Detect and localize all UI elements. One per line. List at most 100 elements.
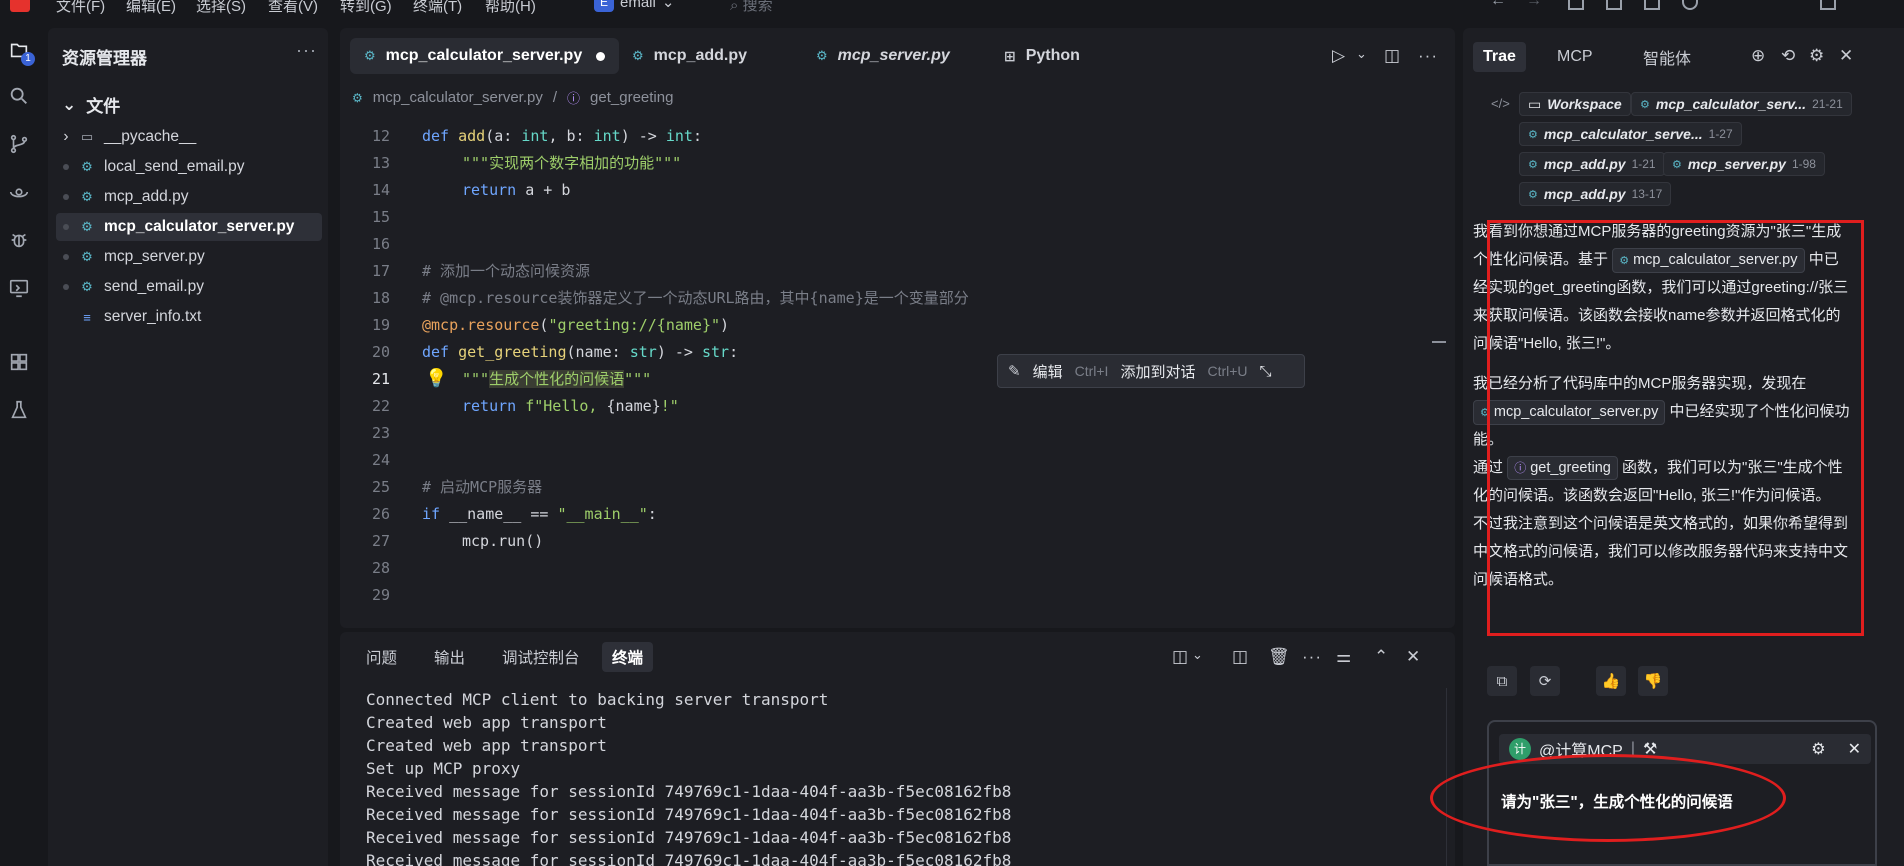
tab-output[interactable]: 输出 bbox=[424, 642, 475, 672]
layout-left-icon[interactable] bbox=[1568, 0, 1584, 10]
more-actions-icon[interactable]: ··· bbox=[296, 40, 317, 61]
layout-bottom-icon[interactable] bbox=[1606, 0, 1622, 10]
split-panel-icon[interactable]: ◫ bbox=[1232, 647, 1248, 667]
collapse-icon[interactable]: ⤡ bbox=[1260, 363, 1272, 380]
thumbs-up-icon[interactable]: 👍 bbox=[1596, 666, 1626, 696]
tree-item-mcp-calculator-server[interactable]: ⚙ mcp_calculator_server.py bbox=[56, 213, 322, 241]
command-search[interactable]: ⌕ 搜索 bbox=[730, 0, 773, 14]
symbol-ref-chip[interactable]: ⓘ get_greeting bbox=[1507, 456, 1618, 480]
regenerate-icon[interactable]: ⟳ bbox=[1530, 666, 1560, 696]
menu-edit[interactable]: 编辑(E) bbox=[126, 0, 176, 14]
account-icon[interactable] bbox=[1682, 0, 1698, 10]
file-ref-chip[interactable]: ⚙ mcp_calculator_server.py bbox=[1473, 400, 1666, 425]
trash-icon[interactable]: 🗑 bbox=[1268, 647, 1290, 667]
split-editor-icon[interactable]: ◫ bbox=[1384, 46, 1400, 66]
code-line[interactable]: 29 bbox=[340, 582, 1440, 609]
maximize-panel-icon[interactable]: ⌃ bbox=[1374, 647, 1388, 667]
code-line[interactable]: 19 @mcp.resource("greeting://{name}") bbox=[340, 312, 1440, 339]
file-ref-chip[interactable]: ⚙ mcp_calculator_server.py bbox=[1612, 248, 1805, 273]
tab-mcp-add[interactable]: ⚙ mcp_add.py bbox=[618, 38, 761, 74]
tab-problems[interactable]: 问题 bbox=[356, 642, 407, 672]
code-line[interactable]: 22 return f"Hello, {name}!" bbox=[340, 393, 1440, 420]
settings-sliders-icon[interactable]: ⚌ bbox=[1336, 647, 1351, 667]
code-line[interactable]: 24 bbox=[340, 447, 1440, 474]
code-line[interactable]: 16 bbox=[340, 231, 1440, 258]
tab-mcp-server[interactable]: ⚙ mcp_server.py bbox=[802, 38, 964, 74]
code-line[interactable]: 28 bbox=[340, 555, 1440, 582]
chevron-down-icon[interactable]: ⌄ bbox=[1356, 46, 1367, 62]
tab-debug-console[interactable]: 调试控制台 bbox=[492, 642, 590, 672]
close-icon[interactable]: ✕ bbox=[1406, 647, 1420, 667]
agent-selector[interactable]: 计 @计算MCP | ⚒ ⚙ ✕ bbox=[1499, 734, 1871, 764]
terminal-output[interactable]: Connected MCP client to backing server t… bbox=[366, 688, 1426, 866]
terminal-scrollbar[interactable] bbox=[1446, 688, 1447, 866]
code-line[interactable]: 15 bbox=[340, 204, 1440, 231]
forward-arrow-icon[interactable]: → bbox=[1526, 0, 1542, 10]
chat-query-text[interactable]: 请为"张三"，生成个性化的问候语 bbox=[1501, 790, 1733, 812]
breadcrumb-symbol[interactable]: get_greeting bbox=[590, 89, 673, 106]
menu-view[interactable]: 查看(V) bbox=[268, 0, 318, 14]
copy-icon[interactable]: ⧉ bbox=[1487, 666, 1517, 696]
source-control-icon[interactable] bbox=[5, 130, 33, 158]
tree-item-mcp-server[interactable]: ⚙ mcp_server.py bbox=[56, 243, 322, 271]
context-ref-chip[interactable]: ⚙ mcp_calculator_serv... 21-21 bbox=[1631, 92, 1852, 116]
context-ref-chip[interactable]: ▭ Workspace bbox=[1519, 92, 1631, 116]
code-line[interactable]: 14 return a + b bbox=[340, 177, 1440, 204]
tab-terminal[interactable]: 终端 bbox=[602, 642, 654, 672]
thumbs-down-icon[interactable]: 👎 bbox=[1638, 666, 1668, 696]
tree-item-pycache[interactable]: › ▭ __pycache__ bbox=[56, 123, 322, 151]
tab-mcp[interactable]: MCP bbox=[1547, 42, 1603, 72]
chevron-down-icon[interactable]: ⌄ bbox=[1192, 647, 1203, 663]
more-actions-icon[interactable]: ··· bbox=[1302, 647, 1322, 667]
popup-add-to-chat-button[interactable]: 添加到对话 bbox=[1120, 361, 1195, 382]
tab-agents[interactable]: 智能体 bbox=[1633, 42, 1701, 72]
popup-edit-button[interactable]: 编辑 bbox=[1033, 361, 1063, 382]
code-line[interactable]: 27 mcp.run() bbox=[340, 528, 1440, 555]
chat-input-box[interactable]: 计 @计算MCP | ⚒ ⚙ ✕ 请为"张三"，生成个性化的问候语 bbox=[1487, 720, 1877, 866]
remote-explorer-icon[interactable] bbox=[5, 274, 33, 302]
context-ref-chip[interactable]: ⚙ mcp_calculator_serve... 1-27 bbox=[1519, 122, 1742, 146]
lightbulb-icon[interactable]: 💡 bbox=[425, 368, 447, 389]
project-switcher[interactable]: E email ⌄ bbox=[588, 0, 680, 12]
context-ref-chip[interactable]: ⚙ mcp_add.py 1-21 bbox=[1519, 152, 1665, 176]
code-line[interactable]: 18 # @mcp.resource装饰器定义了一个动态URL路由，其中{name… bbox=[340, 285, 1440, 312]
code-line[interactable]: 17 # 添加一个动态问候资源 bbox=[340, 258, 1440, 285]
close-icon[interactable]: ✕ bbox=[1839, 46, 1853, 66]
menu-help[interactable]: 帮助(H) bbox=[485, 0, 536, 14]
menu-goto[interactable]: 转到(G) bbox=[340, 0, 392, 14]
explorer-icon[interactable]: 1 bbox=[5, 36, 35, 66]
history-icon[interactable]: ⟲ bbox=[1781, 46, 1795, 66]
tools-icon[interactable]: ⚒ bbox=[1643, 739, 1657, 759]
context-ref-chip[interactable]: ⚙ mcp_server.py 1-98 bbox=[1663, 152, 1825, 176]
gear-icon[interactable]: ⚙ bbox=[1811, 739, 1825, 759]
tree-item-local-send-email[interactable]: ⚙ local_send_email.py bbox=[56, 153, 322, 181]
layout-right-icon[interactable] bbox=[1644, 0, 1660, 10]
restore-window-icon[interactable] bbox=[1820, 0, 1836, 10]
back-arrow-icon[interactable]: ← bbox=[1490, 0, 1506, 10]
run-icon[interactable]: ▷ bbox=[1332, 46, 1345, 66]
tree-item-server-info[interactable]: ≡ server_info.txt bbox=[56, 303, 322, 331]
breadcrumb-file[interactable]: mcp_calculator_server.py bbox=[373, 89, 543, 106]
code-line[interactable]: 25 # 启动MCP服务器 bbox=[340, 474, 1440, 501]
more-actions-icon[interactable]: ··· bbox=[1418, 46, 1438, 66]
search-icon[interactable] bbox=[5, 82, 33, 110]
gear-icon[interactable]: ⚙ bbox=[1809, 46, 1824, 66]
tab-trae[interactable]: Trae bbox=[1473, 42, 1526, 72]
tree-item-mcp-add[interactable]: ⚙ mcp_add.py bbox=[56, 183, 322, 211]
menu-terminal[interactable]: 终端(T) bbox=[413, 0, 462, 14]
tree-item-send-email[interactable]: ⚙ send_email.py bbox=[56, 273, 322, 301]
tab-mcp-calculator-server[interactable]: ⚙ mcp_calculator_server.py bbox=[350, 38, 620, 74]
context-ref-chip[interactable]: ⚙ mcp_add.py 13-17 bbox=[1519, 182, 1672, 206]
code-line[interactable]: 12 def add(a: int, b: int) -> int: bbox=[340, 123, 1440, 150]
new-chat-icon[interactable]: ⊕ bbox=[1751, 46, 1765, 66]
testing-icon[interactable] bbox=[5, 396, 33, 424]
explorer-section-header[interactable]: ⌄ 文件 bbox=[62, 92, 120, 117]
code-line[interactable]: 26 if __name__ == "__main__": bbox=[340, 501, 1440, 528]
tab-python[interactable]: ⊞ Python bbox=[990, 38, 1094, 74]
remote-icon[interactable] bbox=[5, 178, 33, 206]
debug-icon[interactable] bbox=[5, 226, 33, 254]
menu-select[interactable]: 选择(S) bbox=[196, 0, 246, 14]
menu-file[interactable]: 文件(F) bbox=[56, 0, 105, 14]
close-icon[interactable]: ✕ bbox=[1848, 739, 1861, 759]
code-line[interactable]: 23 bbox=[340, 420, 1440, 447]
